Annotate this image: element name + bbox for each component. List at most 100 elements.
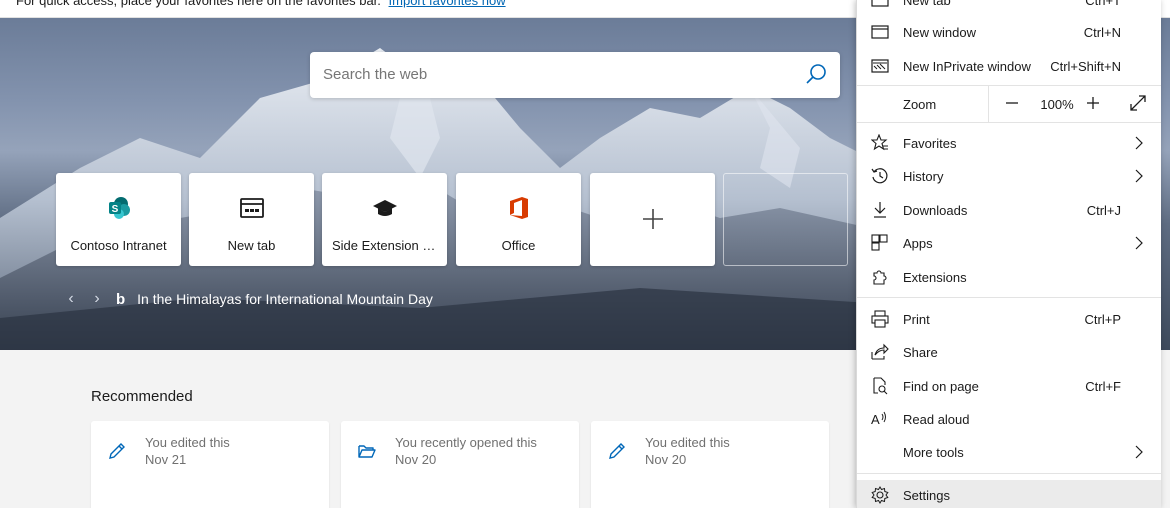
- svg-text:S: S: [111, 204, 118, 215]
- menu-item-extensions[interactable]: Extensions: [857, 262, 1161, 292]
- menu-item-favorites[interactable]: Favorites: [857, 128, 1161, 158]
- search-icon[interactable]: [804, 62, 828, 91]
- find-on-page-icon: [871, 377, 889, 395]
- history-clock-icon: [871, 167, 889, 185]
- menu-item-label: Find on page: [903, 379, 979, 394]
- chevron-right-icon: [1132, 135, 1146, 154]
- new-window-icon: [871, 23, 889, 41]
- tile-label: Office: [501, 238, 536, 253]
- menu-item-label: Print: [903, 312, 930, 327]
- card-activity: You edited this: [145, 435, 230, 450]
- image-caption-text[interactable]: In the Himalayas for International Mount…: [137, 291, 433, 307]
- read-aloud-icon: A: [871, 410, 889, 428]
- menu-item-label: New tab: [903, 0, 951, 8]
- download-icon: [871, 201, 889, 219]
- previous-image-button[interactable]: ‹: [58, 290, 84, 308]
- menu-item-find-on-page[interactable]: Find on page Ctrl+F: [857, 371, 1161, 401]
- menu-item-new-window[interactable]: New window Ctrl+N: [857, 17, 1161, 47]
- menu-item-label: Extensions: [903, 270, 967, 285]
- settings-and-more-menu: New tab Ctrl+T New window Ctrl+N New InP…: [856, 0, 1161, 508]
- chevron-right-icon: [1132, 444, 1146, 463]
- bing-logo-icon: b: [116, 290, 126, 308]
- puzzle-piece-icon: [871, 268, 889, 286]
- menu-item-new-tab[interactable]: New tab Ctrl+T: [857, 0, 1161, 15]
- tile-label: Side Extension S...: [332, 238, 442, 253]
- zoom-in-button[interactable]: [1084, 94, 1102, 112]
- menu-item-label: Apps: [903, 236, 933, 251]
- graduation-cap-icon: [372, 195, 398, 226]
- menu-item-print[interactable]: Print Ctrl+P: [857, 304, 1161, 334]
- folder-open-icon: [357, 441, 377, 466]
- apps-grid-icon: [871, 234, 889, 252]
- tile-label: New tab: [227, 238, 276, 253]
- plus-icon: [641, 207, 665, 236]
- menu-item-label: New window: [903, 25, 976, 40]
- menu-item-label: Share: [903, 345, 938, 360]
- image-caption: ‹ › b In the Himalayas for International…: [58, 288, 433, 310]
- menu-item-shortcut: Ctrl+J: [1086, 203, 1121, 218]
- menu-item-downloads[interactable]: Downloads Ctrl+J: [857, 195, 1161, 225]
- card-date: Nov 20: [645, 452, 687, 467]
- zoom-label: Zoom: [903, 97, 937, 112]
- menu-item-new-inprivate-window[interactable]: New InPrivate window Ctrl+Shift+N: [857, 51, 1161, 81]
- menu-item-shortcut: Ctrl+Shift+N: [1050, 59, 1121, 74]
- menu-item-label: New InPrivate window: [903, 59, 1031, 74]
- next-image-button[interactable]: ›: [84, 290, 110, 308]
- menu-divider: [857, 297, 1161, 298]
- menu-item-shortcut: Ctrl+P: [1084, 312, 1121, 327]
- search-box[interactable]: Search the web: [310, 52, 840, 98]
- inprivate-icon: [871, 57, 889, 75]
- add-quick-link-tile[interactable]: [590, 173, 715, 266]
- menu-item-label: Downloads: [903, 203, 968, 218]
- card-activity: You edited this: [645, 435, 730, 450]
- menu-item-history[interactable]: History: [857, 161, 1161, 191]
- recommended-card[interactable]: You edited this Nov 20: [591, 421, 829, 508]
- empty-tile-slot: [723, 173, 848, 266]
- tile-label: Contoso Intranet: [70, 238, 167, 253]
- menu-item-apps[interactable]: Apps: [857, 228, 1161, 258]
- menu-item-more-tools[interactable]: More tools: [857, 437, 1161, 467]
- menu-item-read-aloud[interactable]: A Read aloud: [857, 404, 1161, 434]
- zoom-value: 100%: [1040, 97, 1074, 112]
- zoom-divider: [988, 86, 989, 122]
- quick-link-tile-new-tab[interactable]: New tab: [189, 173, 314, 266]
- chevron-right-icon: [1132, 168, 1146, 187]
- pencil-icon: [107, 441, 127, 466]
- menu-item-label: Favorites: [903, 136, 957, 151]
- full-screen-button[interactable]: [1129, 94, 1147, 112]
- gear-icon: [871, 486, 889, 504]
- menu-divider: [857, 122, 1161, 123]
- svg-text:A: A: [871, 412, 880, 427]
- office-icon: [506, 195, 532, 226]
- recommended-card[interactable]: You edited this Nov 21: [91, 421, 329, 508]
- favorites-bar-hint: For quick access, place your favorites h…: [16, 0, 381, 8]
- sharepoint-icon: S: [106, 195, 132, 226]
- quick-link-tile-side-extension[interactable]: Side Extension S...: [322, 173, 447, 266]
- menu-item-shortcut: Ctrl+F: [1085, 379, 1121, 394]
- menu-item-label: Read aloud: [903, 412, 970, 427]
- chevron-right-icon: [1132, 235, 1146, 254]
- zoom-out-button[interactable]: [1003, 94, 1021, 112]
- menu-divider: [857, 473, 1161, 474]
- menu-item-shortcut: Ctrl+T: [1085, 0, 1121, 8]
- browser-window-icon: [239, 195, 265, 226]
- menu-item-label: Settings: [903, 488, 950, 503]
- quick-link-tile-contoso[interactable]: S Contoso Intranet: [56, 173, 181, 266]
- recommended-heading: Recommended: [91, 388, 193, 405]
- printer-icon: [871, 310, 889, 328]
- card-date: Nov 20: [395, 452, 437, 467]
- menu-item-label: More tools: [903, 445, 964, 460]
- import-favorites-link[interactable]: Import favorites now: [389, 0, 506, 8]
- new-tab-icon: [871, 0, 889, 9]
- favorites-star-icon: [870, 133, 889, 152]
- recommended-card[interactable]: You recently opened this Nov 20: [341, 421, 579, 508]
- menu-item-shortcut: Ctrl+N: [1083, 25, 1121, 40]
- share-icon: [871, 343, 889, 361]
- card-activity: You recently opened this: [395, 435, 537, 450]
- menu-item-zoom: Zoom 100%: [857, 86, 1161, 122]
- menu-item-settings[interactable]: Settings: [857, 480, 1161, 508]
- menu-item-share[interactable]: Share: [857, 337, 1161, 367]
- menu-item-label: History: [903, 169, 944, 184]
- pencil-icon: [607, 441, 627, 466]
- quick-link-tile-office[interactable]: Office: [456, 173, 581, 266]
